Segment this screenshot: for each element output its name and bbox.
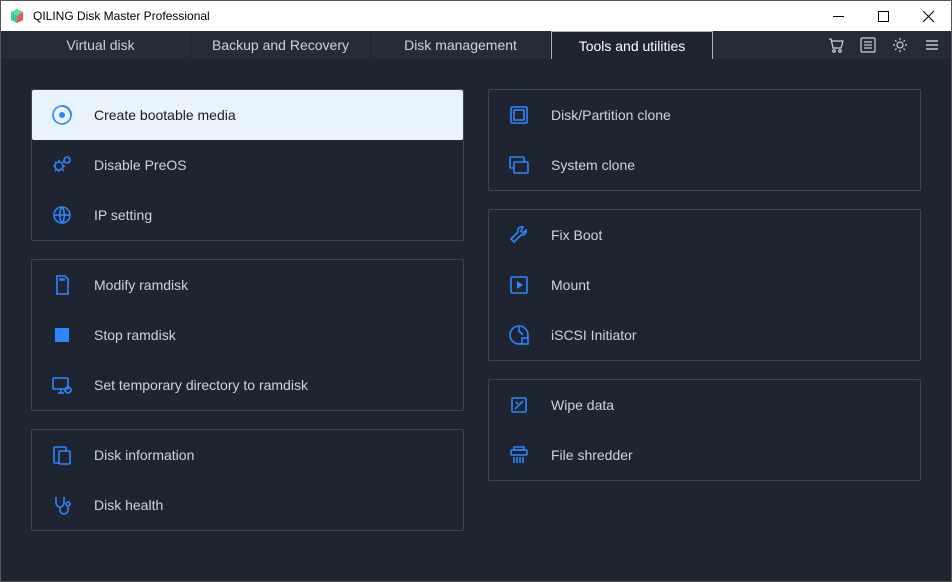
tool-group: Disk information Disk health xyxy=(31,429,464,531)
menu-icon[interactable] xyxy=(923,36,941,54)
item-label: Create bootable media xyxy=(94,107,236,123)
play-box-icon xyxy=(507,273,531,297)
item-label: System clone xyxy=(551,157,635,173)
globe-icon xyxy=(50,203,74,227)
tab-virtual-disk[interactable]: Virtual disk xyxy=(11,31,191,59)
sdcard-icon xyxy=(50,273,74,297)
disk-information[interactable]: Disk information xyxy=(32,430,463,480)
item-label: IP setting xyxy=(94,207,152,223)
gears-icon xyxy=(50,153,74,177)
maximize-button[interactable] xyxy=(861,1,906,31)
left-column: Create bootable media Disable PreOS IP set… xyxy=(31,89,464,551)
modify-ramdisk[interactable]: Modify ramdisk xyxy=(32,260,463,310)
item-label: File shredder xyxy=(551,447,633,463)
tab-backup-recovery[interactable]: Backup and Recovery xyxy=(191,31,371,59)
disk-partition-clone[interactable]: Disk/Partition clone xyxy=(489,90,920,140)
tab-label: Virtual disk xyxy=(66,37,134,53)
fix-boot[interactable]: Fix Boot xyxy=(489,210,920,260)
wipe-icon xyxy=(507,393,531,417)
stop-icon xyxy=(50,323,74,347)
item-label: Set temporary directory to ramdisk xyxy=(94,377,308,393)
iscsi-initiator[interactable]: iSCSI Initiator xyxy=(489,310,920,360)
app-window: QILING Disk Master Professional Virtual … xyxy=(0,0,952,582)
wipe-data[interactable]: Wipe data xyxy=(489,380,920,430)
tab-tools-utilities[interactable]: Tools and utilities xyxy=(551,31,713,59)
item-label: Wipe data xyxy=(551,397,614,413)
close-button[interactable] xyxy=(906,1,951,31)
tool-group: Create bootable media Disable PreOS IP set… xyxy=(31,89,464,241)
list-icon[interactable] xyxy=(859,36,877,54)
disk-info-icon xyxy=(50,443,74,467)
disable-preos[interactable]: Disable PreOS xyxy=(32,140,463,190)
set-temp-ramdisk[interactable]: Set temporary directory to ramdisk xyxy=(32,360,463,410)
iscsi-icon xyxy=(507,323,531,347)
tab-bar: Virtual disk Backup and Recovery Disk ma… xyxy=(1,31,951,59)
tab-label: Disk management xyxy=(404,37,517,53)
disc-icon xyxy=(50,103,74,127)
content-area: Create bootable media Disable PreOS IP set… xyxy=(1,59,951,581)
titlebar: QILING Disk Master Professional xyxy=(1,1,951,31)
monitor-gear-icon xyxy=(50,373,74,397)
tool-group: Disk/Partition clone System clone xyxy=(488,89,921,191)
item-label: Disk/Partition clone xyxy=(551,107,671,123)
item-label: Disk information xyxy=(94,447,194,463)
mount[interactable]: Mount xyxy=(489,260,920,310)
item-label: Stop ramdisk xyxy=(94,327,176,343)
tab-disk-management[interactable]: Disk management xyxy=(371,31,551,59)
tool-group: Wipe data File shredder xyxy=(488,379,921,481)
item-label: Modify ramdisk xyxy=(94,277,188,293)
tab-label: Backup and Recovery xyxy=(212,37,349,53)
stop-ramdisk[interactable]: Stop ramdisk xyxy=(32,310,463,360)
tab-label: Tools and utilities xyxy=(579,38,686,54)
wrench-icon xyxy=(507,223,531,247)
disk-health[interactable]: Disk health xyxy=(32,480,463,530)
system-clone-icon xyxy=(507,153,531,177)
tool-group: Fix Boot Mount iSCSI Initiator xyxy=(488,209,921,361)
gear-icon[interactable] xyxy=(891,36,909,54)
shredder-icon xyxy=(507,443,531,467)
system-clone[interactable]: System clone xyxy=(489,140,920,190)
toolbar-icons xyxy=(827,31,951,59)
minimize-button[interactable] xyxy=(816,1,861,31)
partition-icon xyxy=(507,103,531,127)
ip-setting[interactable]: IP setting xyxy=(32,190,463,240)
item-label: Disable PreOS xyxy=(94,157,187,173)
stethoscope-icon xyxy=(50,493,74,517)
app-logo-icon xyxy=(9,8,25,24)
file-shredder[interactable]: File shredder xyxy=(489,430,920,480)
item-label: Disk health xyxy=(94,497,163,513)
item-label: Fix Boot xyxy=(551,227,602,243)
item-label: Mount xyxy=(551,277,590,293)
cart-icon[interactable] xyxy=(827,36,845,54)
create-bootable-media[interactable]: Create bootable media xyxy=(32,90,463,140)
right-column: Disk/Partition clone System clone Fix Boot… xyxy=(488,89,921,551)
tool-group: Modify ramdisk Stop ramdisk Set temporary … xyxy=(31,259,464,411)
item-label: iSCSI Initiator xyxy=(551,327,637,343)
window-title: QILING Disk Master Professional xyxy=(33,9,210,23)
